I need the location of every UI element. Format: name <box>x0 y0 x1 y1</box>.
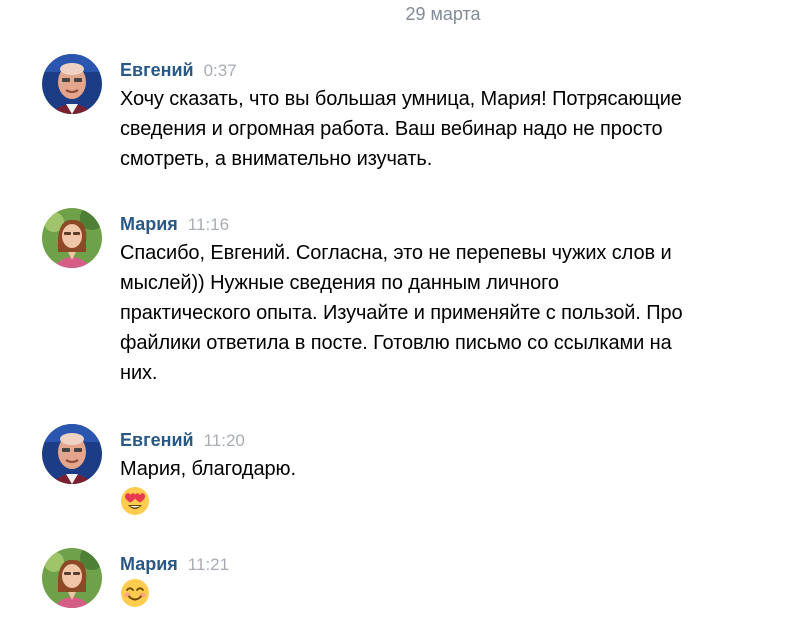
message-body: Евгений 11:20 Мария, благодарю. <box>120 428 760 516</box>
message-line: них. <box>120 362 158 384</box>
message-line: смотреть, а внимательно изучать. <box>120 148 433 170</box>
message-line: Хочу сказать, что вы большая умница, Мар… <box>120 88 682 110</box>
avatar[interactable] <box>42 54 102 114</box>
message-time[interactable]: 11:20 <box>204 431 245 450</box>
chat-history: 29 марта Евгений 0:37 Хочу сказать, что в… <box>0 0 790 624</box>
author-name[interactable]: Мария <box>120 554 178 574</box>
message-line: практического опыта. Изучайте и применяй… <box>120 302 683 324</box>
avatar-maria-image <box>42 208 102 268</box>
author-name[interactable]: Евгений <box>120 430 194 450</box>
smiling-face-emoji <box>121 579 149 607</box>
heart-eyes-emoji <box>121 487 149 515</box>
message-text: Мария, благодарю. <box>120 454 760 484</box>
message-line: сведения и огромная работа. Ваш вебинар … <box>120 118 663 140</box>
message-line: Мария, благодарю. <box>120 458 296 480</box>
message-body: Мария 11:21 <box>120 552 760 608</box>
avatar-maria-image <box>42 548 102 608</box>
message-meta: Мария 11:16 <box>120 212 760 236</box>
message-line: Спасибо, Евгений. Согласна, это не переп… <box>120 242 672 264</box>
message-line: мыслей)) Нужные сведения по данным лично… <box>120 272 559 294</box>
avatar-evgeny-image <box>42 424 102 484</box>
message-time[interactable]: 11:21 <box>188 555 229 574</box>
message-body: Евгений 0:37 Хочу сказать, что вы большая… <box>120 58 760 174</box>
message-line: файлики ответила в посте. Готовлю письмо… <box>120 332 672 354</box>
date-separator: 29 марта <box>405 4 481 24</box>
avatar-evgeny-image <box>42 54 102 114</box>
message-meta: Евгений 11:20 <box>120 428 760 452</box>
message-text: Хочу сказать, что вы большая умница, Мар… <box>120 84 760 174</box>
avatar[interactable] <box>42 424 102 484</box>
message-time[interactable]: 11:16 <box>188 215 229 234</box>
message-meta: Евгений 0:37 <box>120 58 760 82</box>
message-body: Мария 11:16 Спасибо, Евгений. Согласна, э… <box>120 212 760 388</box>
avatar[interactable] <box>42 208 102 268</box>
message-time[interactable]: 0:37 <box>204 61 237 80</box>
message-text: Спасибо, Евгений. Согласна, это не переп… <box>120 238 760 388</box>
avatar[interactable] <box>42 548 102 608</box>
message-meta: Мария 11:21 <box>120 552 760 576</box>
author-name[interactable]: Мария <box>120 214 178 234</box>
author-name[interactable]: Евгений <box>120 60 194 80</box>
